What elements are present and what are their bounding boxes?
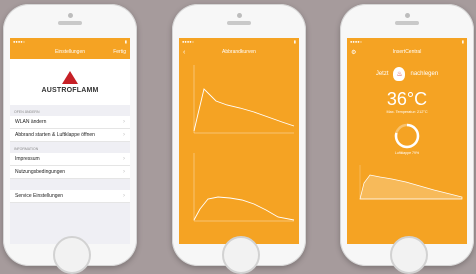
section-header: OFEN ÄNDERN — [14, 110, 40, 114]
home-button[interactable] — [53, 236, 91, 274]
navbar: ‹ Abbrandkurven — [179, 45, 299, 59]
list-item-abbrand[interactable]: Abbrand starten & Luftklappe öffnen › — [10, 129, 130, 142]
speaker — [227, 21, 251, 25]
brand-logo: AUSTROFLAMM — [10, 59, 130, 105]
chevron-right-icon: › — [123, 193, 125, 199]
list-item-service[interactable]: Service Einstellungen › — [10, 190, 130, 203]
section-header: INFORMATION — [14, 147, 39, 151]
speaker — [395, 21, 419, 25]
chevron-right-icon: › — [123, 156, 125, 162]
chevron-right-icon: › — [123, 132, 125, 138]
page-title: Abbrandkurven — [222, 49, 256, 55]
speaker — [58, 21, 82, 25]
burn-curves-screen: ●●●●○ ▮ ‹ Abbrandkurven — [179, 38, 299, 244]
list-item-nutzung[interactable]: Nutzungsbedingungen › — [10, 166, 130, 179]
list-item-label: Nutzungsbedingungen — [15, 169, 66, 175]
navbar: ⚙ InsertCentral — [347, 45, 467, 59]
burn-curve-chart-1 — [182, 59, 296, 141]
status-bar: ●●●●○ ▮ — [350, 39, 464, 44]
list-item-impressum[interactable]: Impressum › — [10, 153, 130, 166]
current-temperature: 36°C — [386, 89, 428, 109]
phone-burn-curves: ●●●●○ ▮ ‹ Abbrandkurven — [172, 4, 306, 274]
list-item-label: WLAN ändern — [15, 119, 47, 125]
air-flap-label: Luftklappe 79% — [394, 151, 420, 155]
done-button[interactable]: Fertig — [113, 49, 126, 55]
camera — [68, 13, 73, 18]
status-bar: ●●●●○ ▮ — [10, 38, 130, 45]
toggle-right-label: nachlegen — [410, 71, 439, 77]
camera — [405, 13, 410, 18]
insert-central-screen: ●●●●○ ▮ ⚙ InsertCentral Jetzt ♨ nachlegen… — [347, 38, 467, 244]
status-bar: ●●●●○ ▮ — [182, 39, 296, 44]
chevron-left-icon[interactable]: ‹ — [183, 49, 185, 56]
list-item-wlan[interactable]: WLAN ändern › — [10, 116, 130, 129]
page-title: InsertCentral — [392, 49, 422, 55]
settings-screen: ●●●●○ ▮ Einstellungen Fertig AUSTROFLAMM … — [10, 38, 130, 244]
page-title: Einstellungen — [54, 49, 86, 55]
phone-insert-central: ●●●●○ ▮ ⚙ InsertCentral Jetzt ♨ nachlegen… — [340, 4, 474, 274]
reload-toggle[interactable]: Jetzt ♨ nachlegen — [347, 67, 467, 81]
temperature-mini-chart — [350, 163, 464, 203]
air-flap-gauge — [347, 123, 467, 149]
max-temperature: Max. Temperatur: 212°C — [386, 110, 428, 114]
chevron-right-icon: › — [123, 119, 125, 125]
flame-icon[interactable]: ♨ — [393, 67, 406, 81]
gear-icon[interactable]: ⚙ — [351, 49, 356, 56]
home-button[interactable] — [390, 236, 428, 274]
list-item-label: Abbrand starten & Luftklappe öffnen — [15, 132, 95, 138]
chevron-right-icon: › — [123, 169, 125, 175]
navbar: Einstellungen Fertig — [10, 45, 130, 59]
brand-name: AUSTROFLAMM — [41, 86, 99, 94]
list-item-label: Impressum — [15, 156, 40, 162]
austroflamm-logo-icon — [62, 70, 78, 84]
toggle-left-label: Jetzt — [375, 71, 389, 77]
list-item-label: Service Einstellungen — [15, 193, 64, 199]
home-button[interactable] — [222, 236, 260, 274]
camera — [237, 13, 242, 18]
phone-settings: ●●●●○ ▮ Einstellungen Fertig AUSTROFLAMM … — [3, 4, 137, 274]
burn-curve-chart-2 — [182, 147, 296, 229]
